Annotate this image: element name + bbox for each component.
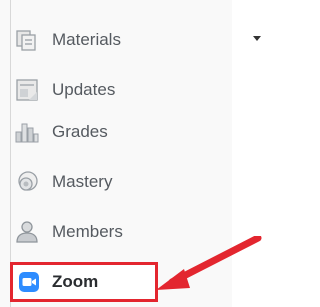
nav-item-grades[interactable]: Grades	[14, 114, 108, 150]
zoom-icon	[18, 271, 40, 293]
materials-icon	[14, 27, 40, 53]
panel-left-border	[10, 0, 11, 307]
nav-item-updates[interactable]: Updates	[14, 72, 115, 108]
red-arrow-icon	[156, 236, 262, 290]
grades-icon	[14, 119, 40, 145]
nav-item-label: Mastery	[52, 172, 113, 191]
nav-item-label: Materials	[52, 30, 121, 49]
nav-item-label: Grades	[52, 122, 108, 141]
mastery-icon	[14, 169, 40, 195]
course-navigation-panel: Materials Updates Grades Mastery Members…	[0, 0, 262, 307]
updates-icon	[14, 77, 40, 103]
nav-item-materials[interactable]: Materials	[14, 22, 121, 58]
nav-item-mastery[interactable]: Mastery	[14, 164, 112, 200]
chevron-down-icon[interactable]	[253, 36, 261, 41]
nav-item-label: Zoom	[52, 272, 99, 291]
nav-item-members[interactable]: Members	[14, 214, 123, 250]
nav-item-label: Members	[52, 222, 123, 241]
members-icon	[14, 219, 40, 245]
nav-item-zoom[interactable]: Zoom	[18, 266, 98, 298]
nav-item-label: Updates	[52, 80, 116, 99]
